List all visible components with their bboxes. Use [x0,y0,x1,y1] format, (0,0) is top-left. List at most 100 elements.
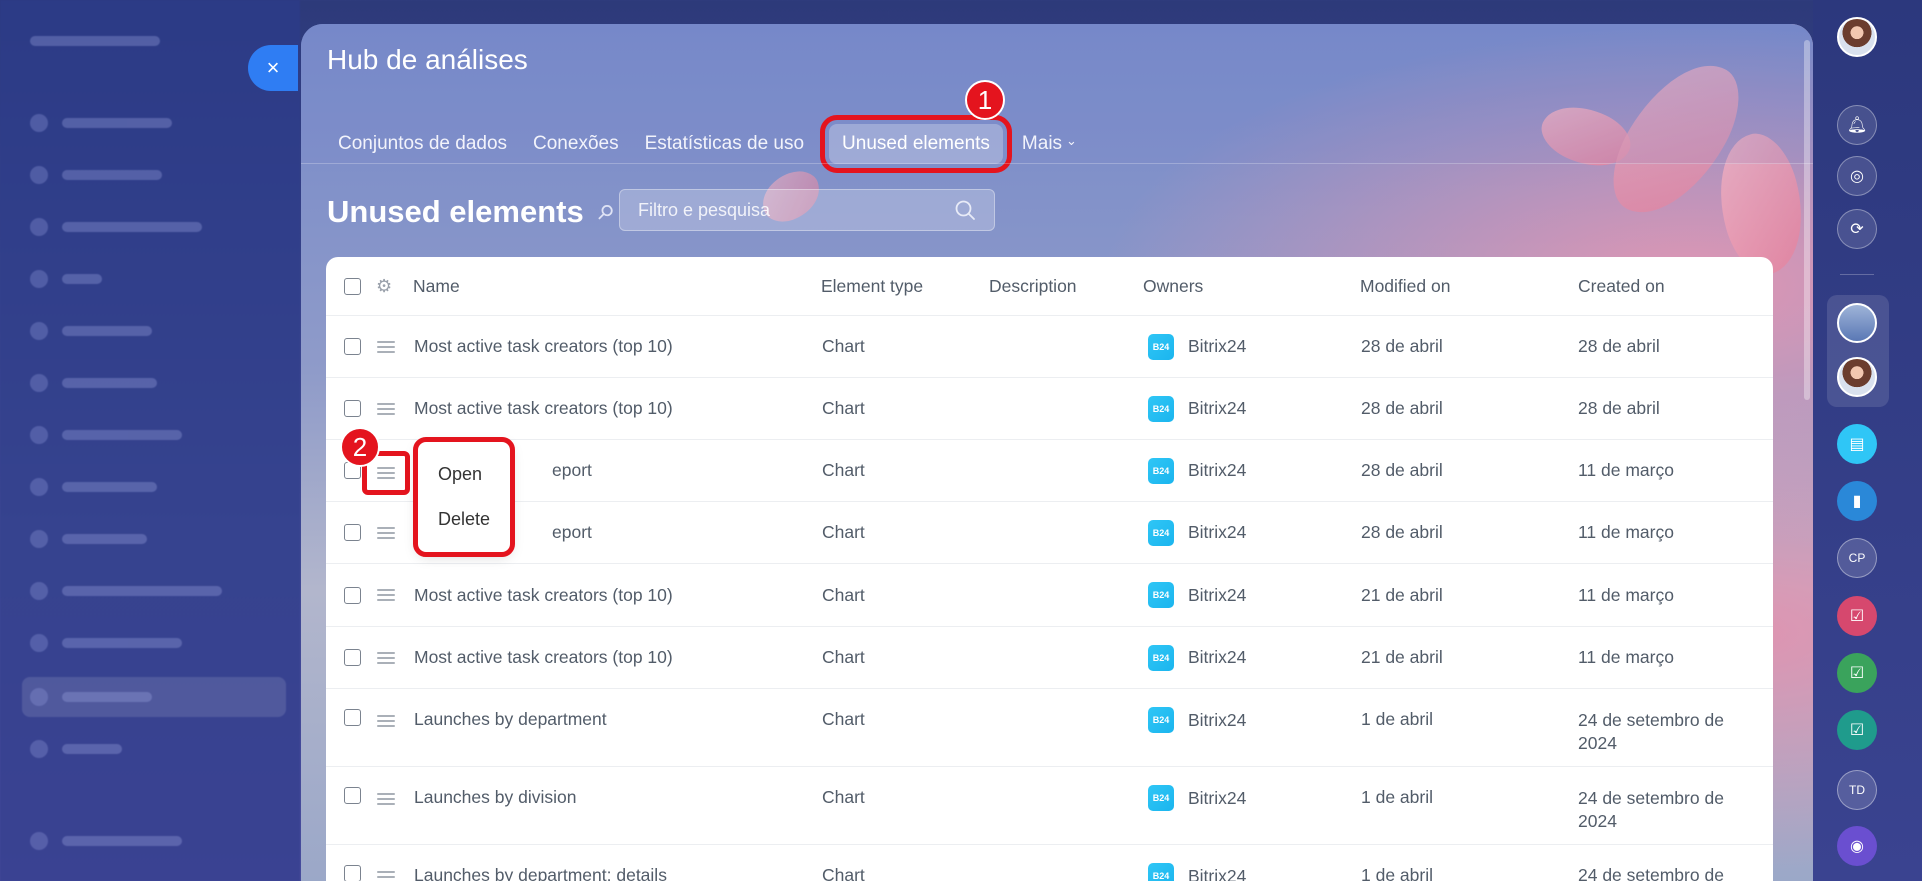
row-owner: B24 Bitrix24 [1148,440,1246,501]
table-row[interactable]: Launches by department: details Chart B2… [326,845,1773,881]
owner-name: Bitrix24 [1188,336,1247,356]
column-header-modified-on[interactable]: Modified on [1360,257,1450,315]
sidebar-item[interactable] [30,320,152,342]
sidebar-item[interactable] [30,686,152,708]
sidebar-item[interactable] [30,216,202,238]
sidebar-item[interactable] [30,476,157,498]
task-check-icon[interactable]: ☑ [1837,653,1877,693]
rail-divider [1840,274,1874,275]
sidebar-item[interactable] [30,528,147,550]
row-created: 24 de setembro de [1578,865,1724,881]
tab-unused-elements[interactable]: Unused elements [820,115,1012,173]
analytics-hub-panel: Hub de análises Conjuntos de dados Conex… [301,24,1813,881]
chat-avatar-person[interactable] [1837,357,1877,397]
row-name[interactable]: Most active task creators (top 10) [414,378,673,439]
table-row[interactable]: Most active task creators (top 10) Chart… [326,564,1773,627]
row-checkbox[interactable] [344,502,361,563]
row-created: 28 de abril [1578,398,1660,418]
bitrix24-logo-icon: B24 [1148,457,1174,484]
initials-avatar-cp[interactable]: CP [1837,538,1877,578]
annotation-badge-1: 1 [965,80,1005,120]
row-name[interactable]: Launches by division [414,767,576,844]
search-icon[interactable] [954,199,976,221]
table-row[interactable]: Most active task creators (top 10) Chart… [326,316,1773,378]
context-menu-delete[interactable]: Delete [418,497,510,542]
sidebar-item[interactable] [30,268,102,290]
sidebar-item[interactable] [30,830,182,852]
row-owner: B24 Bitrix24 [1148,767,1246,844]
row-name[interactable]: Launches by department: details [414,845,667,881]
table-row[interactable]: Most active task creators (top 10) Chart… [326,378,1773,440]
row-name[interactable]: Most active task creators (top 10) [414,564,673,626]
bookmark-icon[interactable]: ▮ [1837,481,1877,521]
row-modified: 28 de abril [1361,398,1443,418]
row-name[interactable]: Most active task creators (top 10) [414,316,673,377]
panel-title: Hub de análises [327,44,528,75]
task-check-icon[interactable]: ☑ [1837,596,1877,636]
column-header-description[interactable]: Description [989,257,1077,315]
close-icon: × [266,55,280,80]
row-type: Chart [822,787,865,807]
tab-estatisticas-de-uso[interactable]: Estatísticas de uso [632,124,817,164]
sidebar-item[interactable] [30,632,182,654]
row-created: 11 de março [1578,647,1674,667]
copilot-icon[interactable]: ◉ [1837,826,1877,866]
chat-avatar-landscape[interactable] [1837,303,1877,343]
sidebar-item[interactable] [30,738,122,760]
close-panel-button[interactable]: × [248,45,298,91]
gear-icon[interactable]: ⚙ [376,257,392,315]
table-row[interactable]: Most active task creators (top 10) Chart… [326,627,1773,689]
sidebar-item[interactable] [30,112,172,134]
row-name[interactable]: Launches by department [414,689,607,766]
column-header-element-type[interactable]: Element type [821,257,923,315]
tab-conexoes[interactable]: Conexões [520,124,632,164]
row-checkbox[interactable] [344,627,361,688]
row-created: 11 de março [1578,584,1674,605]
sidebar-item[interactable] [30,164,162,186]
drag-handle-icon[interactable] [377,316,395,377]
drag-handle-icon[interactable] [377,502,395,563]
column-header-name[interactable]: Name [413,257,460,315]
row-checkbox[interactable] [344,564,361,626]
drag-handle-icon[interactable] [377,689,395,766]
table-row[interactable]: eport Chart B24 Bitrix24 28 de abril 11 d… [326,440,1773,502]
initials-avatar-td[interactable]: TD [1837,770,1877,810]
sidebar-item[interactable] [30,424,182,446]
table-row[interactable]: Launches by division Chart B24 Bitrix24 1… [326,767,1773,845]
row-checkbox[interactable] [344,689,361,766]
table-row[interactable]: eport Chart B24 Bitrix24 28 de abril 11 d… [326,502,1773,564]
column-header-owners[interactable]: Owners [1143,257,1203,315]
task-check-icon[interactable]: ☑ [1837,710,1877,750]
table-row[interactable]: Launches by department Chart B24 Bitrix24… [326,689,1773,767]
column-header-created-on[interactable]: Created on [1578,257,1665,315]
chat-bubble-icon[interactable]: ▤ [1837,424,1877,464]
select-all-checkbox[interactable] [344,257,361,315]
context-menu-open[interactable]: Open [418,452,510,497]
drag-handle-icon[interactable] [377,627,395,688]
tab-more[interactable]: Mais ⌄ [1009,124,1090,164]
row-name[interactable]: eport [552,440,592,501]
row-checkbox[interactable] [344,845,361,881]
row-created: 28 de abril [1578,336,1660,356]
owner-name: Bitrix24 [1188,398,1247,418]
sidebar-item[interactable] [30,580,222,602]
bell-icon[interactable]: 🔔︎ [1837,105,1877,145]
drag-handle-icon[interactable] [377,845,395,881]
user-avatar[interactable] [1837,17,1877,57]
sidebar-item[interactable] [30,372,157,394]
search-input[interactable]: Filtro e pesquisa [619,189,995,231]
row-name[interactable]: eport [552,502,592,563]
row-type: Chart [822,709,865,729]
row-checkbox[interactable] [344,316,361,377]
row-name[interactable]: Most active task creators (top 10) [414,627,673,688]
owner-name: Bitrix24 [1188,710,1247,730]
panel-scrollbar[interactable] [1804,40,1810,400]
header-divider [301,163,1813,164]
target-icon[interactable]: ◎ [1837,156,1877,196]
drag-handle-icon[interactable] [377,378,395,439]
drag-handle-icon[interactable] [377,564,395,626]
refresh-chat-icon[interactable]: ⟳ [1837,209,1877,249]
row-checkbox[interactable] [344,767,361,844]
tab-conjuntos-de-dados[interactable]: Conjuntos de dados [325,124,520,164]
drag-handle-icon[interactable] [377,767,395,844]
